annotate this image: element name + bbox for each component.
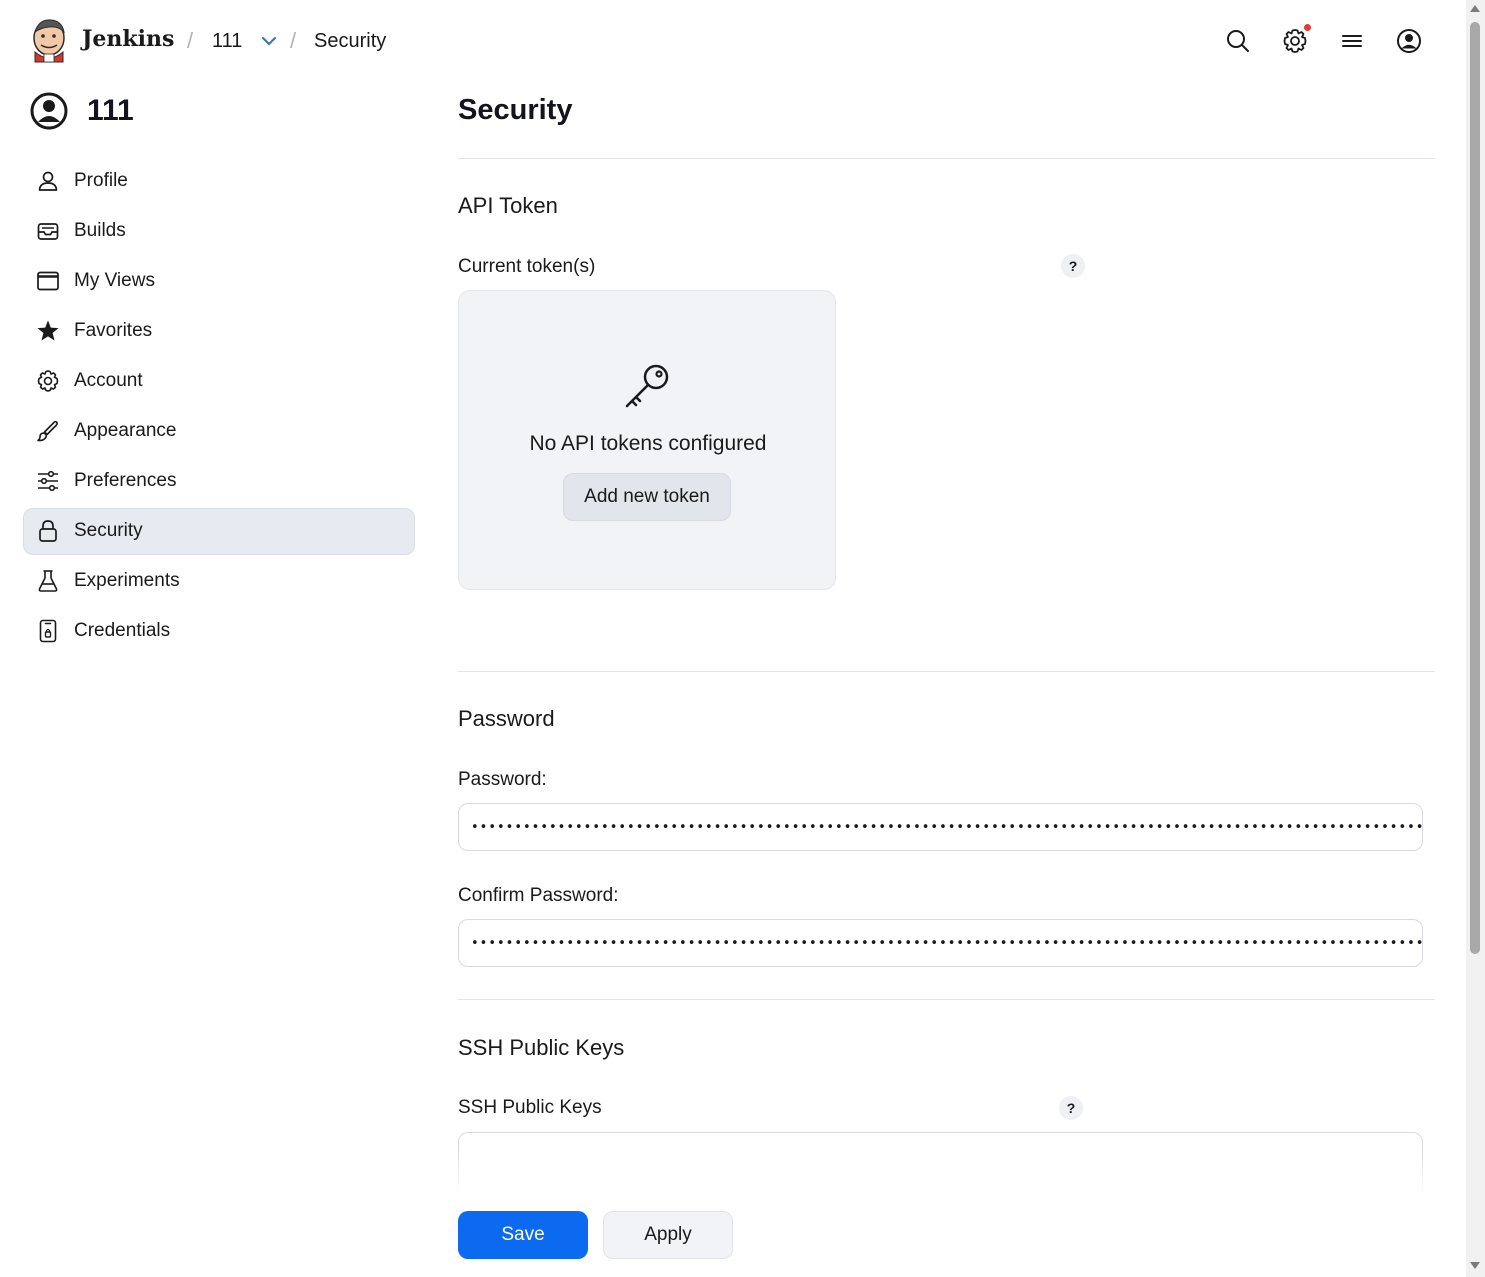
breadcrumb-separator: /: [290, 28, 297, 53]
sidebar-item-security[interactable]: Security: [23, 508, 415, 555]
current-tokens-label: Current token(s): [458, 256, 596, 277]
apply-button[interactable]: Apply: [603, 1211, 733, 1259]
current-tokens-help-button[interactable]: ?: [1061, 254, 1085, 278]
flask-icon: [38, 570, 58, 592]
ssh-help-button[interactable]: ?: [1059, 1096, 1083, 1120]
page-scrollbar[interactable]: [1466, 0, 1485, 1277]
form-button-bar: Save Apply: [440, 1194, 1450, 1277]
jenkins-logo[interactable]: [29, 16, 69, 64]
save-button[interactable]: Save: [458, 1211, 588, 1259]
sidebar-item-label: My Views: [74, 270, 155, 291]
star-icon: [37, 320, 59, 341]
no-tokens-message: No API tokens configured: [529, 432, 767, 455]
sliders-icon: [38, 470, 58, 492]
sidebar-nav: Profile Builds My Views Favorites Accoun…: [23, 158, 415, 658]
sidebar-item-label: Preferences: [74, 470, 177, 491]
breadcrumb-separator: /: [187, 28, 194, 53]
sidebar-item-builds[interactable]: Builds: [23, 208, 415, 255]
breadcrumb-user[interactable]: 111: [212, 30, 242, 53]
notification-dot: [1304, 24, 1311, 31]
user-name: 111: [87, 94, 134, 127]
sidebar-item-account[interactable]: Account: [23, 358, 415, 405]
sidebar-item-favorites[interactable]: Favorites: [23, 308, 415, 355]
confirm-password-field[interactable]: ••••••••••••••••••••••••••••••••••••••••…: [458, 919, 1423, 967]
page-title: Security: [458, 94, 573, 126]
sidebar-item-appearance[interactable]: Appearance: [23, 408, 415, 455]
sidebar-item-label: Account: [74, 370, 143, 391]
gear-icon[interactable]: [1281, 27, 1309, 55]
key-icon: [625, 364, 669, 408]
sidebar-item-label: Favorites: [74, 320, 153, 341]
password-section-title: Password: [458, 706, 555, 731]
gear-icon: [37, 370, 59, 392]
sidebar-item-my-views[interactable]: My Views: [23, 258, 415, 305]
sidebar-item-profile[interactable]: Profile: [23, 158, 415, 205]
sidebar-item-experiments[interactable]: Experiments: [23, 558, 415, 605]
add-new-token-button[interactable]: Add new token: [563, 473, 731, 521]
brand-name[interactable]: Jenkins: [82, 26, 174, 52]
sidebar-item-label: Profile: [74, 170, 128, 191]
confirm-password-label: Confirm Password:: [458, 885, 619, 906]
sidebar-item-label: Experiments: [74, 570, 180, 591]
divider: [458, 999, 1435, 1000]
lock-icon: [39, 520, 57, 542]
password-field[interactable]: ••••••••••••••••••••••••••••••••••••••••…: [458, 803, 1423, 851]
sidebar-item-credentials[interactable]: Credentials: [23, 608, 415, 655]
sidebar-item-label: Credentials: [74, 620, 171, 641]
scroll-fade: [440, 1150, 1450, 1194]
password-label: Password:: [458, 769, 547, 790]
api-token-empty-state: No API tokens configured Add new token: [458, 290, 836, 590]
inbox-icon: [37, 223, 59, 240]
credentials-icon: [39, 619, 57, 643]
sidebar-item-preferences[interactable]: Preferences: [23, 458, 415, 505]
search-icon[interactable]: [1224, 27, 1252, 55]
scrollbar-thumb[interactable]: [1470, 22, 1480, 954]
sidebar-item-label: Security: [74, 520, 143, 541]
brush-icon: [37, 420, 58, 442]
sidebar-item-label: Builds: [74, 220, 126, 241]
person-icon: [38, 171, 58, 191]
ssh-section-title: SSH Public Keys: [458, 1035, 625, 1060]
ssh-public-keys-label: SSH Public Keys: [458, 1097, 602, 1118]
api-token-section-title: API Token: [458, 193, 558, 218]
user-avatar-icon: [30, 92, 68, 130]
window-icon: [37, 271, 59, 291]
top-header: Jenkins / 111 / Security: [0, 0, 1466, 82]
breadcrumb-current[interactable]: Security: [314, 30, 386, 53]
menu-icon[interactable]: [1338, 27, 1366, 55]
sidebar-item-label: Appearance: [74, 420, 177, 441]
divider: [458, 158, 1435, 159]
user-circle-icon[interactable]: [1395, 27, 1423, 55]
scroll-down-arrow-icon[interactable]: [1470, 1262, 1480, 1269]
scroll-up-arrow-icon[interactable]: [1470, 5, 1480, 12]
chevron-down-icon[interactable]: [259, 31, 279, 51]
divider: [458, 671, 1435, 672]
